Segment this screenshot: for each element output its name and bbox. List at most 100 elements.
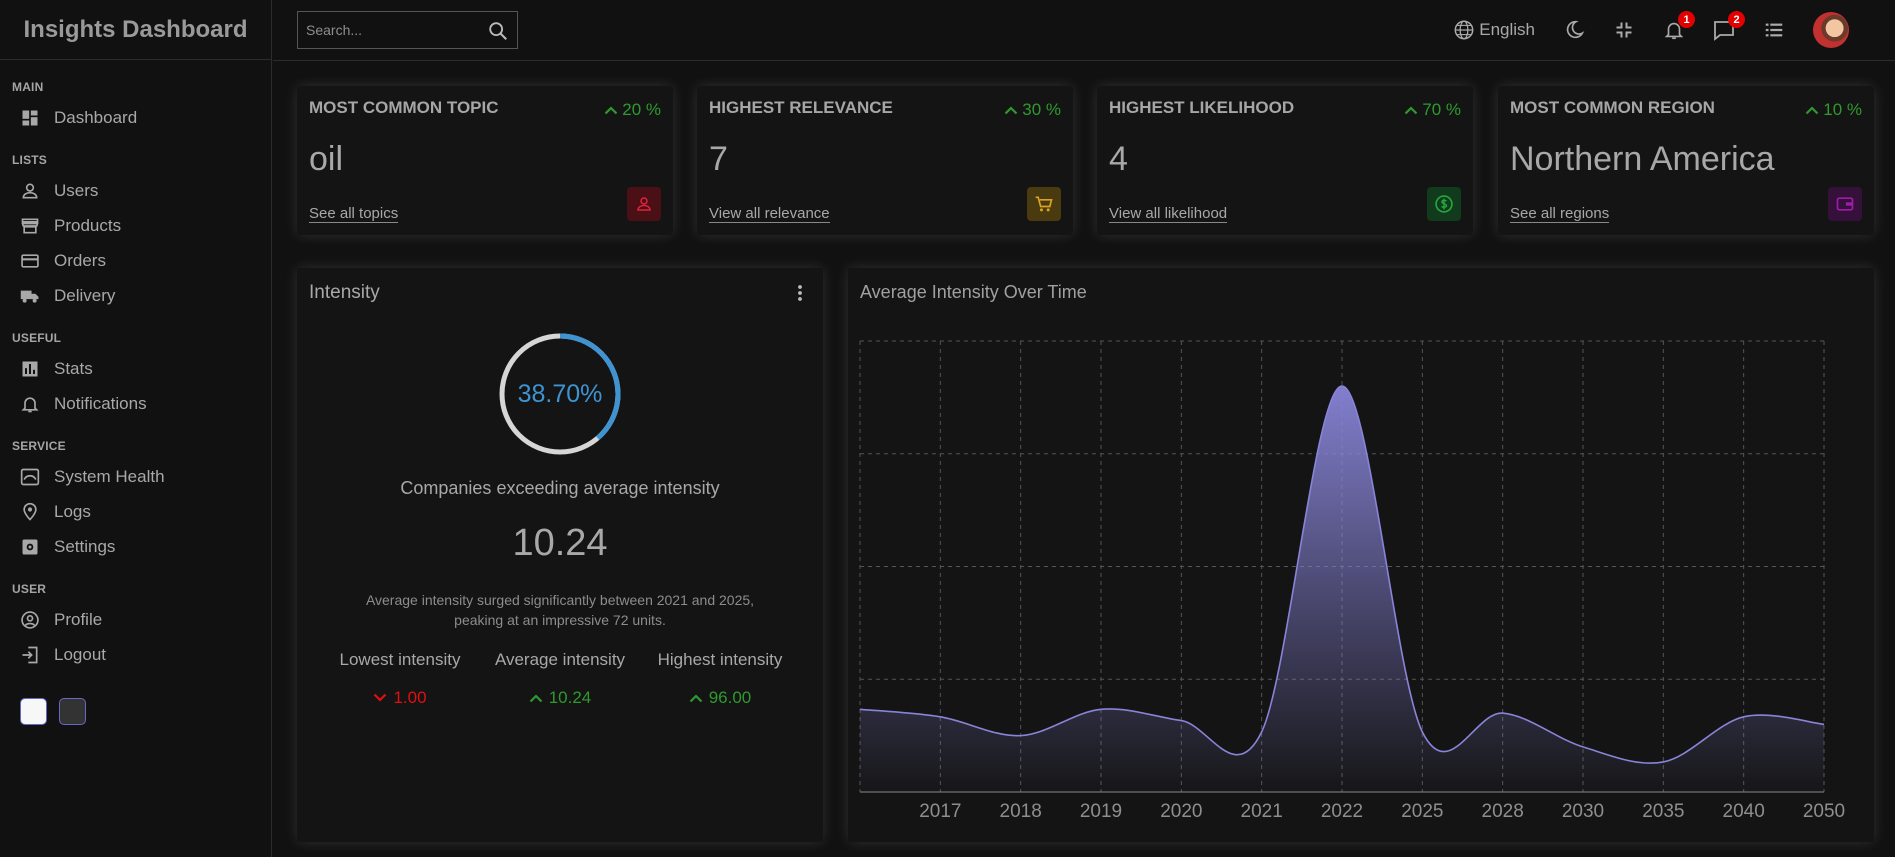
wallet-icon[interactable] (1828, 187, 1862, 221)
arrow-up-icon (689, 688, 703, 708)
stat-average-intensity: Average intensity 10.24 (489, 650, 631, 708)
settings-icon (20, 537, 40, 557)
x-tick-label: 2017 (919, 801, 961, 822)
stat-number: 10.24 (548, 688, 592, 707)
theme-switcher (0, 672, 271, 725)
dark-mode-icon[interactable] (1561, 17, 1587, 43)
x-tick-label: 2025 (1401, 801, 1443, 822)
widget-link[interactable]: See all regions (1510, 205, 1610, 223)
sidebar-item-label: Stats (54, 358, 93, 378)
widget-region: MOST COMMON REGION 10 % Northern America… (1498, 86, 1874, 235)
progress-ring: 38.70% (496, 330, 624, 458)
notifications-badge: 1 (1678, 11, 1695, 28)
x-tick-label: 2035 (1642, 801, 1684, 822)
sidebar-item-logs[interactable]: Logs (12, 494, 259, 529)
search-input[interactable] (306, 22, 476, 38)
dark-theme-button[interactable] (59, 698, 86, 725)
sidebar: Insights Dashboard MAIN Dashboard LISTS Use… (0, 0, 272, 857)
average-intensity-value: 10.24 (512, 522, 608, 564)
sidebar-item-label: Profile (54, 609, 103, 629)
x-tick-label: 2018 (1000, 801, 1042, 822)
stat-number: 96.00 (708, 688, 752, 707)
sidebar-item-system-health[interactable]: System Health (12, 459, 259, 494)
sidebar-item-label: Users (54, 180, 99, 200)
sidebar-section-title: SERVICE (12, 439, 66, 453)
x-tick-label: 2022 (1321, 801, 1363, 822)
messages-icon[interactable]: 2 (1711, 11, 1745, 43)
progress-percent: 38.70% (517, 379, 603, 408)
arrow-up-icon (604, 100, 618, 120)
widget-percent-value: 30 % (1022, 100, 1061, 119)
stat-value: 1.00 (335, 688, 465, 708)
stat-value: 10.24 (489, 688, 631, 708)
x-tick-label: 2019 (1080, 801, 1122, 822)
sidebar-item-label: Orders (54, 250, 106, 270)
widget-relevance: HIGHEST RELEVANCE 30 % 7 View all releva… (697, 86, 1073, 235)
dollar-icon[interactable] (1427, 187, 1461, 221)
topbar-actions: English 1 2 (1453, 0, 1849, 60)
chart-panel: Average Intensity Over Time 2017 2018 2019… (848, 268, 1874, 842)
widget-percent: 10 % (1805, 100, 1862, 120)
dashboard-icon (20, 108, 40, 128)
store-icon (20, 216, 40, 236)
search-icon[interactable] (487, 20, 509, 47)
sidebar-section-title: USER (12, 582, 47, 596)
more-options-icon[interactable] (797, 284, 803, 307)
description-line-2: peaking at an impressive 72 units. (454, 612, 666, 628)
bar-chart-icon (20, 359, 40, 379)
widget-percent-value: 20 % (622, 100, 661, 119)
intensity-title: Intensity (309, 282, 380, 303)
sidebar-item-stats[interactable]: Stats (12, 351, 259, 386)
x-tick-label: 2028 (1482, 801, 1524, 822)
language-selector[interactable]: English (1453, 19, 1535, 41)
sidebar-item-label: Dashboard (54, 107, 138, 127)
sidebar-section-title: LISTS (12, 153, 48, 167)
sidebar-item-label: Products (54, 215, 122, 235)
list-icon[interactable] (1761, 17, 1787, 43)
sidebar-item-profile[interactable]: Profile (12, 602, 259, 637)
notifications-bell-icon[interactable]: 1 (1661, 11, 1695, 43)
logo-area: Insights Dashboard (0, 0, 271, 60)
bell-icon (20, 394, 40, 414)
cart-icon[interactable] (1027, 187, 1061, 221)
sidebar-item-label: Delivery (54, 285, 116, 305)
stat-label: Lowest intensity (339, 650, 461, 669)
sidebar-section-title: MAIN (12, 80, 44, 94)
widget-link[interactable]: View all likelihood (1109, 205, 1228, 223)
globe-icon (1454, 20, 1474, 40)
user-icon (20, 181, 40, 201)
stat-label: Highest intensity (657, 650, 783, 669)
topbar: English 1 2 (273, 0, 1895, 61)
sidebar-item-dashboard[interactable]: Dashboard (12, 100, 259, 135)
system-health-icon (20, 467, 40, 487)
x-tick-label: 2050 (1803, 801, 1845, 822)
person-icon[interactable] (627, 187, 661, 221)
widget-link[interactable]: View all relevance (709, 205, 830, 223)
stat-number: 1.00 (393, 688, 427, 707)
sidebar-item-notifications[interactable]: Notifications (12, 386, 259, 421)
stat-lowest-intensity: Lowest intensity 1.00 (335, 650, 465, 708)
sidebar-item-orders[interactable]: Orders (12, 243, 259, 278)
intensity-description: Average intensity surged significantly b… (337, 590, 783, 630)
intensity-panel: Intensity 38.70% Companies exceeding ave… (297, 268, 823, 842)
sidebar-item-products[interactable]: Products (12, 208, 259, 243)
description-line-1: Average intensity surged significantly b… (365, 592, 755, 608)
sidebar-section-title: USEFUL (12, 331, 62, 345)
light-theme-button[interactable] (20, 698, 47, 725)
sidebar-item-settings[interactable]: Settings (12, 529, 259, 564)
widget-likelihood: HIGHEST LIKELIHOOD 70 % 4 View all likel… (1097, 86, 1473, 235)
logs-icon (20, 502, 40, 522)
widget-percent: 30 % (1004, 100, 1061, 120)
sidebar-item-logout[interactable]: Logout (12, 637, 259, 672)
widget-topic: MOST COMMON TOPIC 20 % oil See all topic… (297, 86, 673, 235)
collapse-icon[interactable] (1611, 17, 1637, 43)
sidebar-item-users[interactable]: Users (12, 173, 259, 208)
widget-link[interactable]: See all topics (309, 205, 399, 223)
arrow-up-icon (1404, 100, 1418, 120)
x-tick-label: 2021 (1241, 801, 1283, 822)
avatar[interactable] (1813, 12, 1849, 48)
sidebar-item-delivery[interactable]: Delivery (12, 278, 259, 313)
profile-icon (20, 610, 40, 630)
widget-value: oil (309, 140, 344, 178)
app-title[interactable]: Insights Dashboard (23, 16, 247, 44)
